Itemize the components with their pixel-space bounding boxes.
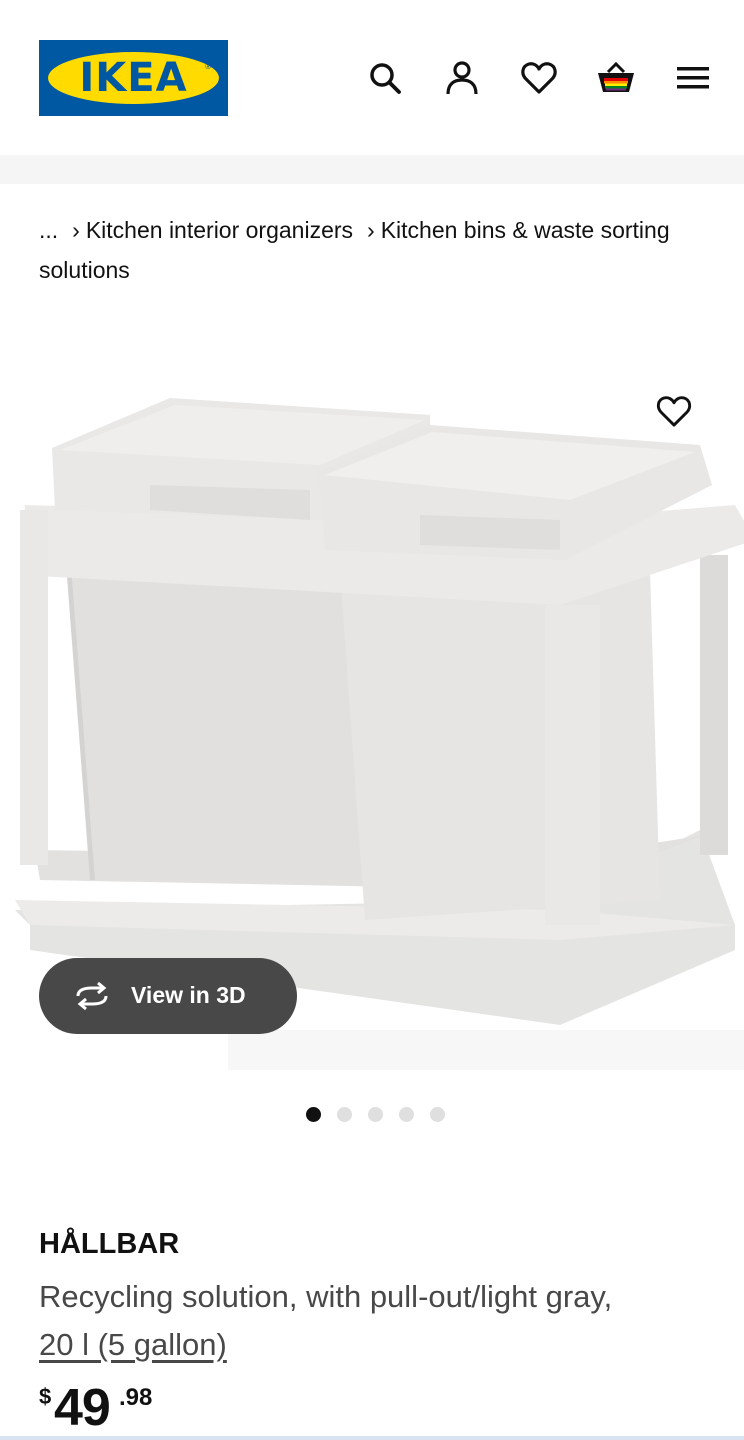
wishlist-heart-icon: [521, 62, 557, 94]
breadcrumb: ... › Kitchen interior organizers › Kitchen …: [39, 210, 699, 290]
price-currency: $: [39, 1384, 52, 1409]
ikea-logo[interactable]: IKEA ®: [39, 40, 228, 116]
search-icon: [370, 63, 401, 94]
view-in-3d-button[interactable]: View in 3D: [39, 958, 297, 1034]
account-button[interactable]: [440, 56, 484, 100]
chevron-right-icon: ›: [72, 217, 80, 243]
wishlist-button[interactable]: [517, 56, 561, 100]
breadcrumb-ellipsis[interactable]: ...: [39, 217, 58, 243]
carousel-dot[interactable]: [399, 1107, 414, 1122]
carousel-dot[interactable]: [306, 1107, 321, 1122]
chevron-right-icon: ›: [367, 217, 375, 243]
menu-button[interactable]: [671, 56, 715, 100]
product-description-text: Recycling solution, with pull-out/light …: [39, 1279, 613, 1314]
product-size-link[interactable]: 20 l (5 gallon): [39, 1327, 227, 1362]
account-icon: [446, 61, 478, 95]
bottom-divider: [0, 1436, 744, 1440]
cart-button[interactable]: [594, 56, 638, 100]
logo-registered-mark: ®: [205, 62, 211, 71]
price-integer: 49: [54, 1379, 111, 1437]
hamburger-menu-icon: [677, 67, 709, 89]
add-to-favorites-button[interactable]: [650, 388, 698, 434]
product-description: Recycling solution, with pull-out/light …: [39, 1273, 719, 1369]
logo-text: IKEA: [79, 55, 188, 101]
header-divider-strip: [0, 155, 744, 184]
search-button[interactable]: [363, 56, 407, 100]
site-header: IKEA ®: [0, 0, 744, 155]
breadcrumb-link-kitchen-interior-organizers[interactable]: Kitchen interior organizers: [86, 217, 353, 243]
carousel-dot[interactable]: [430, 1107, 445, 1122]
carousel-dot[interactable]: [368, 1107, 383, 1122]
product-name: HÅLLBAR: [39, 1228, 180, 1260]
shopping-bag-icon: [598, 61, 634, 92]
favorite-heart-icon: [656, 395, 692, 427]
carousel-indicators: [306, 1107, 451, 1123]
carousel-dot[interactable]: [337, 1107, 352, 1122]
view-in-3d-label: View in 3D: [131, 982, 246, 1008]
price-decimal: .98: [119, 1384, 153, 1411]
rotate-3d-icon: [76, 982, 108, 1010]
